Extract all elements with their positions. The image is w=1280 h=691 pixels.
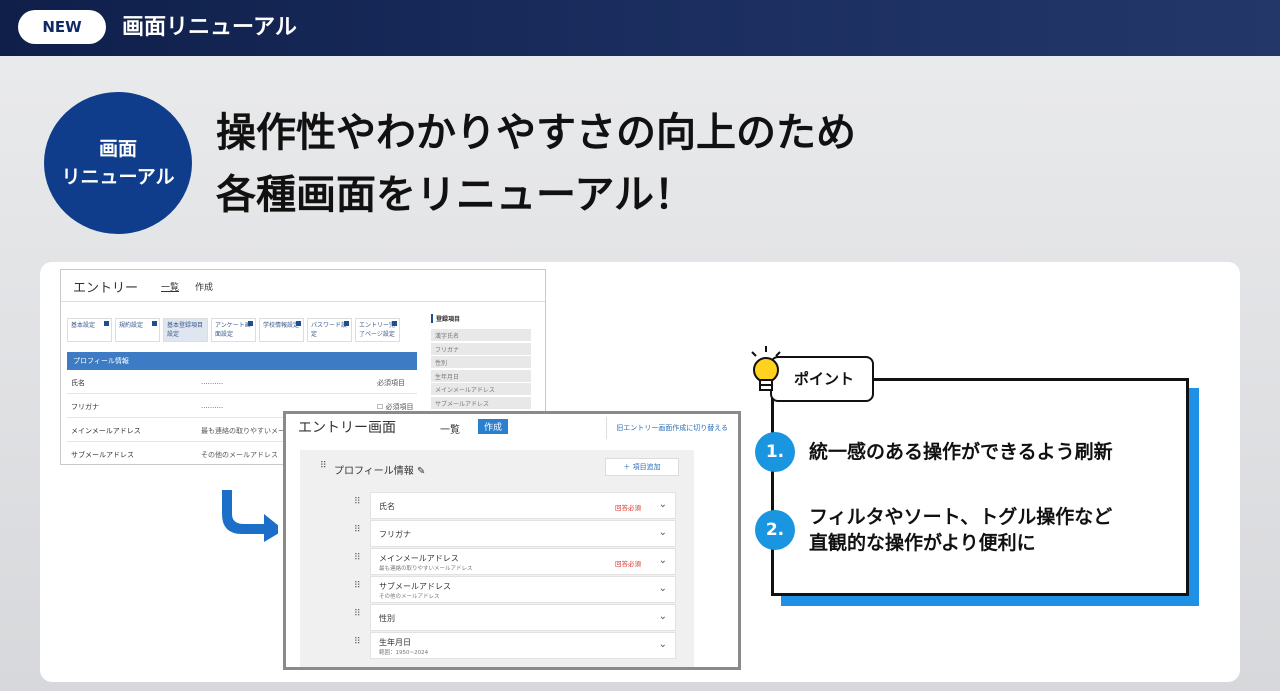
drag-handle-icon[interactable]: ⠿ [354, 553, 361, 563]
drag-handle-icon[interactable]: ⠿ [354, 637, 361, 647]
old-steps: 基本設定 規約設定 基本登録項目設定 アンケート画面設定 学校情報設定 パスワー… [67, 318, 400, 342]
list-item[interactable]: メインメールアドレス 最も連絡の取りやすいメールアドレス 回答必須 ⌄ [370, 548, 676, 575]
curved-arrow-icon [222, 490, 278, 542]
chevron-down-icon: ⌄ [658, 611, 667, 622]
old-side-item[interactable]: サブメールアドレス [431, 396, 531, 409]
badge-line1: 画面 [98, 138, 137, 160]
old-side-item[interactable]: 性別 [431, 356, 531, 368]
drag-handle-icon[interactable]: ⠿ [354, 609, 361, 619]
point-item-1: 1. 統一感のある操作ができるよう刷新 [755, 432, 1113, 472]
list-item[interactable]: 氏名 回答必須 ⌄ [370, 492, 676, 519]
old-link-list[interactable]: 一覧 [161, 280, 179, 293]
new-badge: NEW [18, 10, 106, 44]
old-step[interactable]: パスワード設定 [307, 318, 352, 342]
headline: 操作性やわかりやすさの向上のため 各種画面をリニューアル！ [216, 102, 856, 226]
old-title: エントリー [73, 281, 139, 296]
badge-line2: リニューアル [61, 166, 175, 188]
pencil-icon[interactable]: ✎ [417, 466, 425, 477]
headline-line2: 各種画面をリニューアル！ [216, 172, 694, 218]
old-profile-header: プロフィール情報 [67, 352, 417, 370]
lightbulb-icon [751, 346, 781, 391]
chevron-down-icon: ⌄ [658, 639, 667, 650]
top-banner: NEW 画面リニューアル [0, 0, 1280, 56]
point-number: 2. [755, 510, 795, 550]
list-item[interactable]: 性別 ⌄ [370, 604, 676, 631]
old-link-create[interactable]: 作成 [195, 280, 213, 293]
old-step-active[interactable]: 基本登録項目設定 [163, 318, 208, 342]
old-side-list: 登録項目 漢字氏名 フリガナ 性別 生年月日 メインメールアドレス サブメールア… [431, 314, 541, 410]
list-item[interactable]: サブメールアドレス その他のメールアドレス ⌄ [370, 576, 676, 603]
banner-title: 画面リニューアル [122, 15, 297, 40]
new-entry-screen: エントリー画面 一覧 作成 旧エントリー画面作成に切り替える ⠿ プロフィール情… [283, 411, 741, 670]
new-title: エントリー画面 [298, 420, 396, 436]
chevron-down-icon: ⌄ [658, 583, 667, 594]
old-step[interactable]: 学校情報設定 [259, 318, 304, 342]
switch-old-link[interactable]: 旧エントリー画面作成に切り替える [616, 423, 728, 433]
old-step[interactable]: 基本設定 [67, 318, 112, 342]
headline-line1: 操作性やわかりやすさの向上のため [216, 110, 856, 156]
chevron-down-icon: ⌄ [658, 499, 667, 510]
point-number: 1. [755, 432, 795, 472]
point-item-2: 2. フィルタやソート、トグル操作など 直観的な操作がより便利に [755, 504, 1112, 556]
old-side-item[interactable]: 生年月日 [431, 369, 531, 382]
new-header: エントリー画面 一覧 作成 旧エントリー画面作成に切り替える [286, 414, 738, 442]
new-body: ⠿ プロフィール情報 ✎ ＋ 項目追加 ⠿ 氏名 回答必須 ⌄ ⠿ フリガナ ⌄ ⠿ … [300, 450, 694, 667]
drag-handle-icon[interactable]: ⠿ [320, 461, 327, 471]
old-side-item[interactable]: フリガナ [431, 342, 531, 355]
point-text: フィルタやソート、トグル操作など 直観的な操作がより便利に [809, 506, 1113, 554]
old-side-item[interactable]: メインメールアドレス [431, 383, 531, 395]
old-header: エントリー 一覧 作成 [61, 270, 545, 302]
new-link-list[interactable]: 一覧 [440, 421, 460, 436]
old-step[interactable]: 規約設定 [115, 318, 160, 342]
old-table-row: 氏名.......... 必須項目 [67, 370, 417, 394]
old-step[interactable]: アンケート画面設定 [211, 318, 256, 342]
point-box [771, 378, 1189, 596]
drag-handle-icon[interactable]: ⠿ [354, 581, 361, 591]
new-link-create[interactable]: 作成 [478, 419, 509, 434]
add-item-button[interactable]: ＋ 項目追加 [605, 458, 679, 476]
drag-handle-icon[interactable]: ⠿ [354, 525, 361, 535]
renewal-badge: 画面 リニューアル [44, 92, 192, 234]
chevron-down-icon: ⌄ [658, 527, 667, 538]
divider [606, 417, 607, 439]
chevron-down-icon: ⌄ [658, 555, 667, 566]
old-step[interactable]: エントリー完了ページ設定 [355, 318, 400, 342]
new-profile-title: プロフィール情報 ✎ [334, 466, 426, 477]
old-side-item[interactable]: 漢字氏名 [431, 329, 531, 341]
point-text: 統一感のある操作ができるよう刷新 [809, 441, 1113, 463]
list-item[interactable]: 生年月日 範囲：1950~2024 ⌄ [370, 632, 676, 659]
drag-handle-icon[interactable]: ⠿ [354, 497, 361, 507]
list-item[interactable]: フリガナ ⌄ [370, 520, 676, 547]
